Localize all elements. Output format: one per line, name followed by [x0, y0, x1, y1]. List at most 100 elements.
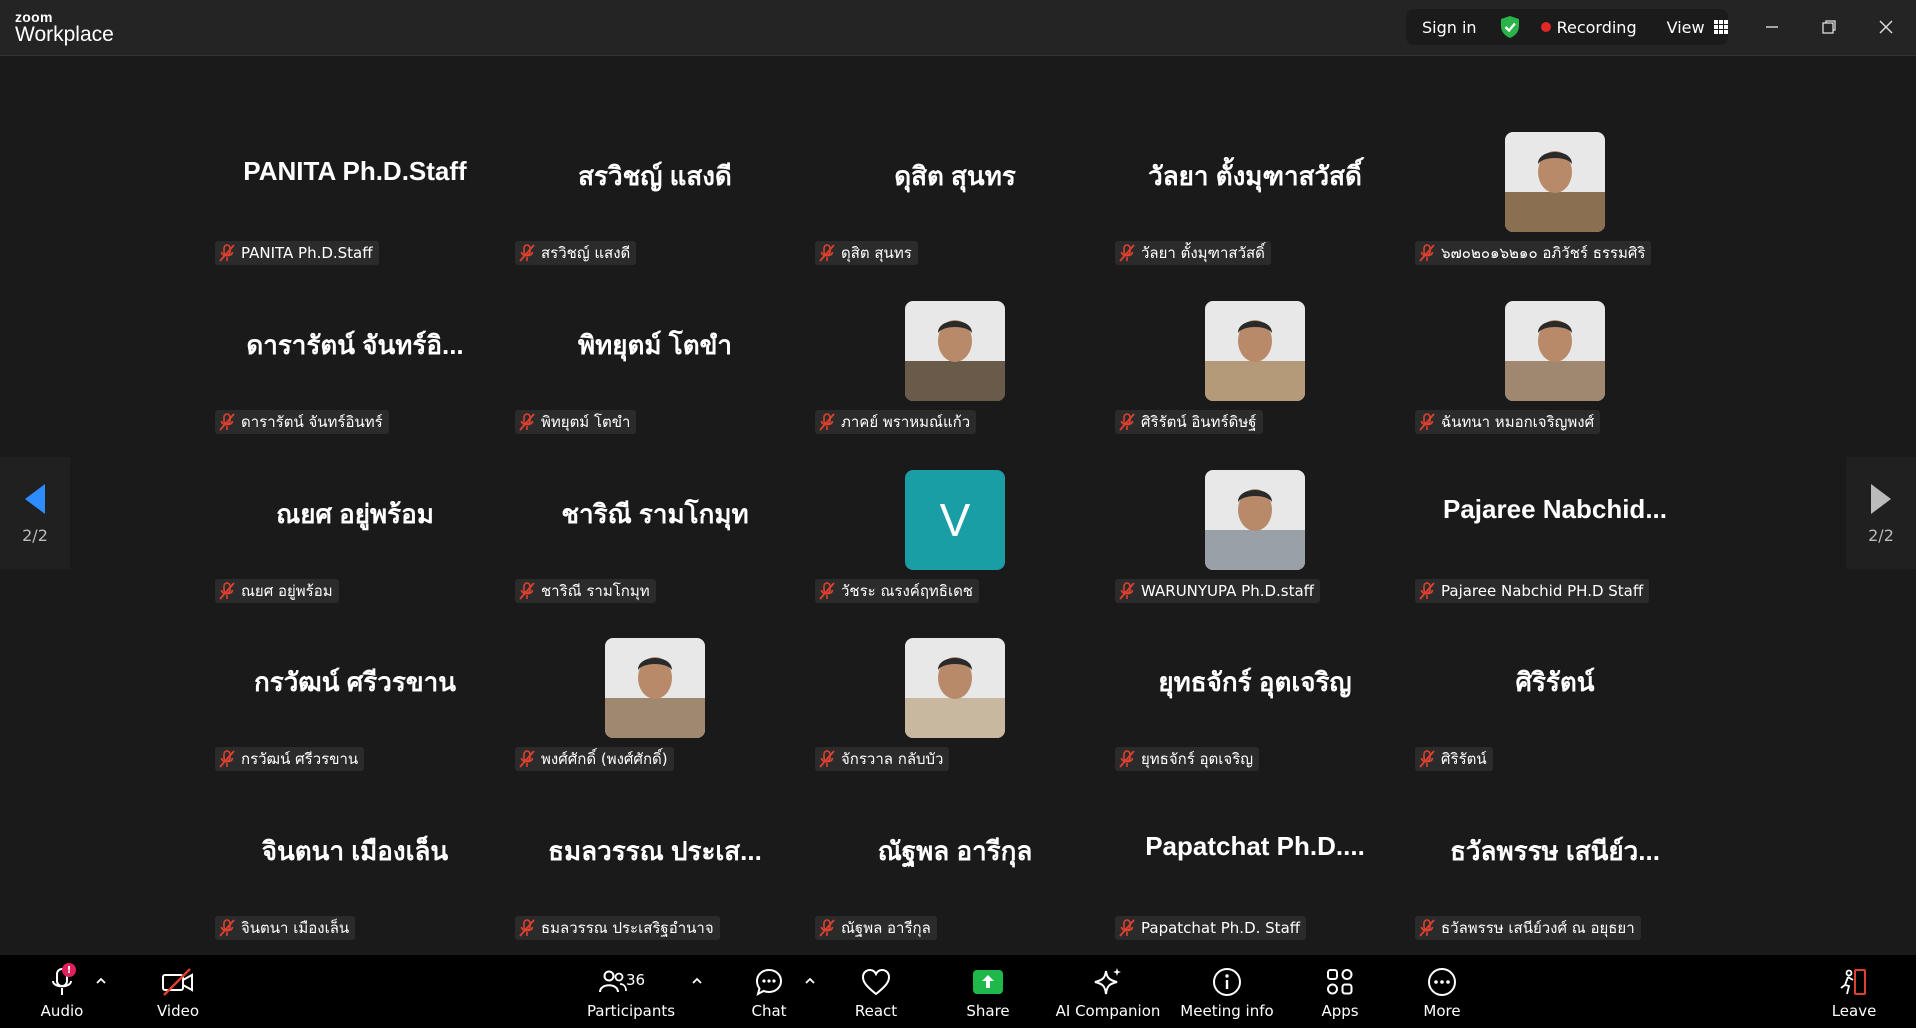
participant-name-tag: วัชระ ณรงค์ฤทธิเดช	[815, 579, 979, 603]
participant-tile[interactable]: ธวัลพรรษ เสนีย์ว... ธวัลพรรษ เสนีย์วงศ์ ณ…	[1405, 776, 1705, 944]
leave-button[interactable]: Leave	[1831, 965, 1877, 1025]
participant-tile[interactable]: สรวิชญ์ แสงดี สรวิชญ์ แสงดี	[505, 101, 805, 269]
muted-microphone-icon	[1119, 413, 1135, 431]
arrow-right-icon	[1871, 483, 1891, 514]
chat-options-chevron-up-icon[interactable]	[803, 973, 817, 987]
participant-name: วัลยา ตั้งมุฑาสวัสดิ์	[1141, 244, 1265, 262]
ai-companion-button[interactable]: AI Companion	[1055, 965, 1161, 1025]
participant-tile[interactable]: จักรวาล กลับบัว	[805, 607, 1105, 775]
participant-tile[interactable]: V วัชระ ณรงค์ฤทธิเดช	[805, 439, 1105, 607]
more-button[interactable]: More	[1420, 965, 1464, 1025]
participant-name: ชาริณี รามโกมุท	[541, 582, 650, 600]
participant-name-tag: ศิริรัตน์ อินทร์ดิษฐ์	[1115, 410, 1263, 434]
participant-name-tag: Pajaree Nabchid PH.D Staff	[1415, 579, 1650, 603]
participants-count: 36	[626, 971, 646, 989]
participant-tile[interactable]: ณัฐพล อารีกุล ณัฐพล อารีกุล	[805, 776, 1105, 944]
participant-name: ๖๗๐๒๐๑๖๒๑๐ อภิวัชร์ ธรรมศิริ	[1441, 244, 1646, 262]
participant-name-tag: PANITA Ph.D.Staff	[215, 241, 379, 265]
participant-tile[interactable]: ภาคย์ พราหมณ์แก้ว	[805, 270, 1105, 438]
participant-tile[interactable]: วัลยา ตั้งมุฑาสวัสดิ์ วัลยา ตั้งมุฑาสวัสด…	[1105, 101, 1405, 269]
participant-display-name: จินตนา เมืองเล็น	[261, 836, 449, 866]
participant-tile[interactable]: ธมลวรรณ ประเส... ธมลวรรณ ประเสริฐอำนาจ	[505, 776, 805, 944]
view-label: View	[1666, 17, 1705, 37]
participant-tile[interactable]: พิทยุตม์ โตขำ พิทยุตม์ โตขำ	[505, 270, 805, 438]
participant-display-name: ธมลวรรณ ประเส...	[548, 836, 762, 866]
participant-display-name: พิทยุตม์ โตขำ	[578, 330, 732, 360]
participant-name: ศิริรัตน์ อินทร์ดิษฐ์	[1141, 413, 1257, 431]
react-label: React	[854, 1002, 898, 1020]
participant-name: จักรวาล กลับบัว	[841, 750, 944, 768]
apps-label: Apps	[1321, 1002, 1359, 1020]
react-button[interactable]: React	[853, 965, 899, 1025]
meeting-info-button[interactable]: Meeting info	[1180, 965, 1274, 1025]
minimize-icon[interactable]	[1757, 12, 1787, 42]
ai-companion-label: AI Companion	[1055, 1002, 1161, 1020]
participant-name-tag: กรวัฒน์ ศรีวรขาน	[215, 747, 365, 771]
participant-avatar	[1205, 301, 1305, 401]
muted-microphone-icon	[1419, 244, 1435, 262]
sparkle-icon	[1092, 965, 1124, 999]
participant-name-tag: Papatchat Ph.D. Staff	[1115, 916, 1307, 940]
sign-in-button[interactable]: Sign in	[1422, 18, 1477, 37]
arrow-left-icon	[25, 483, 45, 514]
participant-tile[interactable]: ศิริรัตน์ ศิริรัตน์	[1405, 607, 1705, 775]
audio-button[interactable]: ! Audio	[38, 963, 86, 1025]
participant-name-tag: ๖๗๐๒๐๑๖๒๑๐ อภิวัชร์ ธรรมศิริ	[1415, 241, 1652, 265]
chat-label: Chat	[751, 1002, 787, 1020]
restore-icon[interactable]	[1814, 12, 1844, 42]
brand-workplace: Workplace	[15, 23, 114, 46]
apps-icon	[1324, 965, 1356, 999]
participant-display-name: ศิริรัตน์	[1515, 667, 1595, 697]
participant-avatar	[1205, 470, 1305, 570]
share-label: Share	[966, 1002, 1010, 1020]
participant-name: ณยศ อยู่พร้อม	[241, 582, 333, 600]
participant-tile[interactable]: PANITA Ph.D.Staff PANITA Ph.D.Staff	[205, 101, 505, 269]
participant-tile[interactable]: ดุสิต สุนทร ดุสิต สุนทร	[805, 101, 1105, 269]
participant-tile[interactable]: WARUNYUPA Ph.D.staff	[1105, 439, 1405, 607]
video-button[interactable]: Video	[154, 965, 202, 1025]
close-icon[interactable]	[1871, 12, 1901, 42]
page-indicator-left: 2/2	[22, 525, 48, 545]
participant-name: Pajaree Nabchid PH.D Staff	[1441, 582, 1644, 600]
participant-name: WARUNYUPA Ph.D.staff	[1141, 582, 1315, 600]
participant-tile[interactable]: พงศ์ศักดิ์ (พงศ์ศักดิ์)	[505, 607, 805, 775]
participant-name-tag: ดุสิต สุนทร	[815, 241, 918, 265]
brand-zoom: zoom	[15, 9, 53, 25]
participant-name: ภาคย์ พราหมณ์แก้ว	[841, 413, 971, 431]
more-label: More	[1423, 1002, 1461, 1020]
participant-tile[interactable]: Papatchat Ph.D.... Papatchat Ph.D. Staff	[1105, 776, 1405, 944]
participant-avatar	[1505, 132, 1605, 232]
encryption-shield-icon[interactable]	[1499, 15, 1521, 39]
participant-tile[interactable]: กรวัฒน์ ศรีวรขาน กรวัฒน์ ศรีวรขาน	[205, 607, 505, 775]
chat-icon	[754, 965, 784, 999]
participant-name: Papatchat Ph.D. Staff	[1141, 919, 1301, 937]
participants-button[interactable]: 36 Participants	[587, 965, 675, 1025]
muted-microphone-icon	[819, 582, 835, 600]
participant-tile[interactable]: ยุทธจักร์ อุตเจริญ ยุทธจักร์ อุตเจริญ	[1105, 607, 1405, 775]
participants-options-chevron-up-icon[interactable]	[690, 973, 704, 987]
participant-tile[interactable]: ศิริรัตน์ อินทร์ดิษฐ์	[1105, 270, 1405, 438]
participant-tile[interactable]: ชาริณี รามโกมุท ชาริณี รามโกมุท	[505, 439, 805, 607]
participant-name: ณัฐพล อารีกุล	[841, 919, 931, 937]
apps-button[interactable]: Apps	[1320, 965, 1360, 1025]
audio-options-chevron-up-icon[interactable]	[94, 973, 108, 987]
meeting-info-label: Meeting info	[1180, 1002, 1274, 1020]
recording-indicator[interactable]: Recording	[1540, 18, 1637, 37]
participant-tile[interactable]: จินตนา เมืองเล็น จินตนา เมืองเล็น	[205, 776, 505, 944]
view-button[interactable]: View	[1667, 18, 1728, 37]
next-page-button[interactable]: 2/2	[1846, 457, 1916, 569]
participant-tile[interactable]: Pajaree Nabchid... Pajaree Nabchid PH.D S…	[1405, 439, 1705, 607]
participant-tile[interactable]: ๖๗๐๒๐๑๖๒๑๐ อภิวัชร์ ธรรมศิริ	[1405, 101, 1705, 269]
muted-microphone-icon	[219, 919, 235, 937]
leave-label: Leave	[1831, 1002, 1877, 1020]
participant-tile[interactable]: ดารารัตน์ จันทร์อิ... ดารารัตน์ จันทร์อิน…	[205, 270, 505, 438]
participant-tile[interactable]: ฉันทนา หมอกเจริญพงศ์	[1405, 270, 1705, 438]
more-icon	[1426, 965, 1458, 999]
muted-microphone-icon	[219, 413, 235, 431]
participant-name-tag: ณัฐพล อารีกุล	[815, 916, 937, 940]
participant-display-name: ดุสิต สุนทร	[894, 161, 1016, 191]
chat-button[interactable]: Chat	[746, 965, 792, 1025]
share-button[interactable]: Share	[966, 965, 1010, 1025]
previous-page-button[interactable]: 2/2	[0, 457, 70, 569]
participant-tile[interactable]: ณยศ อยู่พร้อม ณยศ อยู่พร้อม	[205, 439, 505, 607]
